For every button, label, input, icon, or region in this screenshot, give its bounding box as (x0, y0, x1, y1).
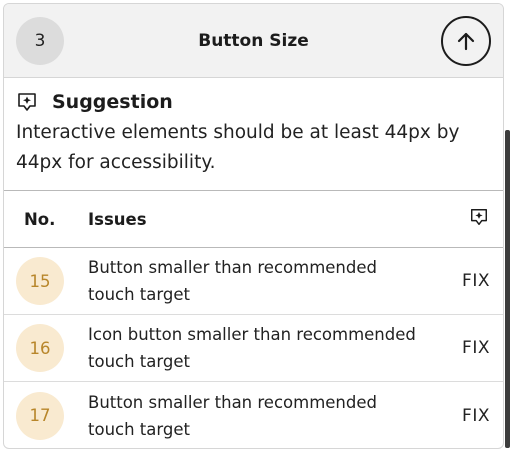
arrow-up-circle-icon (457, 32, 475, 50)
issue-description: Button smaller than recommended touch ta… (88, 392, 377, 439)
fix-button[interactable]: FIX (462, 271, 490, 291)
issue-number: 16 (29, 338, 51, 358)
sparkle-badge-icon (18, 93, 36, 111)
issue-description: Button smaller than recommended touch ta… (88, 258, 377, 304)
issue-number-badge: 17 (16, 391, 64, 440)
issue-group-card: 3 Button Size Suggestion Interactive ele… (3, 3, 504, 449)
issue-description: Icon button smaller than recommended tou… (88, 325, 416, 371)
issue-count-badge: 3 (16, 16, 64, 65)
suggestion-panel: Suggestion Interactive elements should b… (4, 78, 503, 191)
table-row[interactable]: 16 Icon button smaller than recommended … (4, 315, 503, 382)
vertical-scrollbar[interactable] (505, 130, 510, 448)
issues-table-header: No. Issues (4, 191, 503, 248)
fix-button[interactable]: FIX (462, 406, 490, 426)
table-row[interactable]: 15 Button smaller than recommended touch… (4, 248, 503, 315)
issue-group-header[interactable]: 3 Button Size (4, 4, 503, 78)
issue-number: 15 (29, 271, 51, 291)
fix-button[interactable]: FIX (462, 338, 490, 358)
table-row[interactable]: 17 Button smaller than recommended touch… (4, 382, 503, 448)
issue-group-title: Button Size (198, 30, 309, 51)
column-header-issues: Issues (88, 209, 147, 229)
issue-number-badge: 16 (16, 324, 64, 372)
suggestion-title: Suggestion (52, 91, 173, 113)
column-header-no: No. (24, 209, 56, 229)
issues-table-body: 15 Button smaller than recommended touch… (4, 248, 503, 448)
collapse-button[interactable] (441, 15, 491, 66)
issue-count: 3 (34, 30, 46, 51)
column-header-action (469, 207, 489, 231)
suggestion-text: Interactive elements should be at least … (16, 122, 460, 173)
sparkle-badge-icon (471, 209, 487, 225)
issue-number: 17 (29, 406, 51, 425)
issue-number-badge: 15 (16, 257, 64, 305)
